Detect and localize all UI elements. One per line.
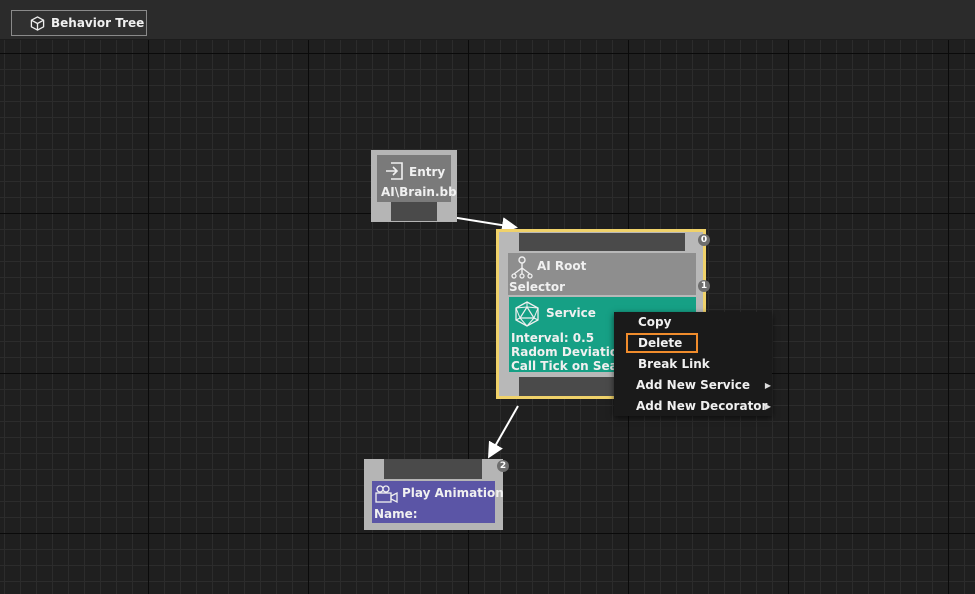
menu-item-label: Add New Decorator <box>636 399 768 413</box>
menu-item-label: Delete <box>638 336 683 350</box>
play-input-port[interactable] <box>384 459 482 479</box>
tab-label: Behavior Tree <box>51 16 145 30</box>
root-index-badge: 0 <box>698 234 710 246</box>
menu-item-add-new-decorator[interactable]: Add New Decorator ▶ <box>614 396 772 417</box>
entry-node[interactable]: Entry AI\Brain.bb <box>371 150 457 222</box>
root-input-port[interactable] <box>519 233 685 251</box>
service-interval: Interval: 0.5 <box>511 331 595 345</box>
entry-node-body: Entry AI\Brain.bb <box>377 155 457 202</box>
menu-item-break-link[interactable]: Break Link <box>614 354 772 375</box>
menu-item-label: Add New Service <box>636 378 750 392</box>
link-root-play <box>488 405 519 459</box>
icosahedron-icon <box>514 301 540 330</box>
play-subtitle: Name: <box>374 507 418 521</box>
tab-behavior-tree[interactable]: Behavior Tree <box>11 10 147 36</box>
root-title: AI Root <box>537 259 587 273</box>
camera-icon <box>375 484 399 507</box>
play-animation-node[interactable]: 2 Play Animation Name: <box>364 459 509 530</box>
top-bar: Behavior Tree <box>0 0 975 40</box>
context-menu: Copy Delete Break Link Add New Service ▶… <box>614 312 772 416</box>
menu-item-label: Break Link <box>638 357 710 371</box>
submenu-arrow-icon: ▶ <box>764 381 771 390</box>
entry-icon <box>383 160 405 185</box>
entry-subtitle: AI\Brain.bb <box>381 185 457 199</box>
root-subtitle: Selector <box>509 280 566 294</box>
submenu-arrow-icon: ▶ <box>764 402 771 411</box>
root-child-badge: 1 <box>698 280 710 292</box>
cube-icon <box>30 15 45 31</box>
menu-item-add-new-service[interactable]: Add New Service ▶ <box>614 375 772 396</box>
entry-output-port[interactable] <box>391 202 437 221</box>
play-title: Play Animation <box>402 486 504 500</box>
play-index-badge: 2 <box>497 460 509 472</box>
root-node-header: AI Root Selector <box>508 253 696 295</box>
service-title: Service <box>546 306 596 320</box>
menu-item-label: Copy <box>638 315 672 329</box>
entry-title: Entry <box>409 165 446 179</box>
menu-item-delete[interactable]: Delete <box>614 333 772 354</box>
graph-canvas[interactable]: Entry AI\Brain.bb 0 AI Root Selector 1 S… <box>0 40 975 594</box>
hierarchy-icon <box>511 256 533 283</box>
menu-item-copy[interactable]: Copy <box>614 312 772 333</box>
play-animation-body: Play Animation Name: <box>372 481 504 523</box>
